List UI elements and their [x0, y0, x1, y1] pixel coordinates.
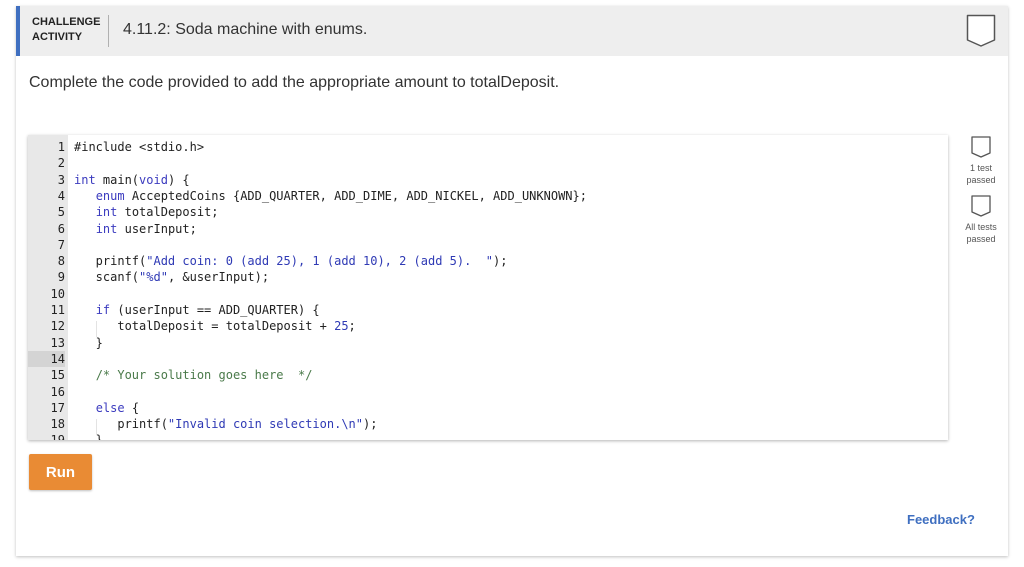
code-editor[interactable]: 1 #include <stdio.h> 2 3 int main(void) {4 e… — [28, 135, 948, 440]
code-line[interactable]: 16 — [28, 384, 948, 400]
code-line[interactable]: 2 — [28, 155, 948, 171]
code-line[interactable]: 14 — [28, 350, 948, 368]
code-text: /* Your solution goes here */ — [95, 368, 313, 383]
line-number: 6 — [57, 221, 65, 236]
code-text: if (userInput == ADD_QUARTER) { — [95, 303, 320, 317]
line-number: 17 — [50, 400, 65, 415]
line-number: 13 — [50, 335, 65, 350]
code-line[interactable]: 13 } — [28, 335, 948, 351]
test-status-1: 1 test passed — [961, 136, 1001, 186]
code-text: int userInput; — [95, 221, 197, 236]
code-text: #include <stdio.h> — [74, 140, 205, 154]
code-line[interactable]: 5 int totalDeposit; — [28, 204, 948, 220]
line-number: 1 — [57, 140, 65, 154]
code-text: int totalDeposit; — [95, 205, 219, 220]
line-number: 7 — [57, 237, 65, 252]
test-status-icon — [971, 136, 991, 158]
challenge-activity-card: Challenge Activity 4.11.2: Soda machine … — [16, 6, 1008, 556]
line-number: 11 — [50, 303, 65, 317]
code-text: totalDeposit = totalDeposit + 25; — [74, 319, 356, 334]
line-number: 10 — [50, 286, 65, 301]
line-number: 19 — [28, 432, 65, 440]
run-button[interactable]: Run — [29, 454, 92, 490]
line-number: 9 — [57, 270, 65, 285]
indent-guide — [96, 321, 97, 337]
code-line[interactable]: 8 printf("Add coin: 0 (add 25), 1 (add 1… — [28, 253, 948, 269]
code-line[interactable]: 18 printf("Invalid coin selection.\n"); — [28, 416, 948, 432]
code-text: int main(void) { — [74, 172, 190, 187]
indent-guide — [96, 419, 97, 435]
line-number: 18 — [50, 417, 65, 432]
code-line[interactable]: 15 /* Your solution goes here */ — [28, 367, 948, 383]
code-text: printf("Invalid coin selection.\n"); — [74, 417, 378, 432]
line-number: 15 — [50, 368, 65, 383]
line-number: 2 — [57, 156, 65, 171]
code-line[interactable]: 10 — [28, 286, 948, 302]
line-number: 12 — [50, 319, 65, 334]
line-number: 4 — [57, 188, 65, 203]
activity-title: 4.11.2: Soda machine with enums. — [123, 21, 368, 38]
line-number: 14 — [28, 350, 65, 368]
code-line[interactable]: 19 } — [28, 432, 948, 440]
code-line[interactable]: 4 enum AcceptedCoins {ADD_QUARTER, ADD_D… — [28, 188, 948, 204]
activity-header: Challenge Activity 4.11.2: Soda machine … — [16, 6, 1008, 56]
activity-type-label: Challenge Activity — [32, 16, 101, 43]
code-text: else { — [95, 400, 140, 415]
line-number: 3 — [57, 172, 65, 187]
code-text: enum AcceptedCoins {ADD_QUARTER, ADD_DIM… — [95, 188, 587, 203]
code-text: } — [74, 432, 103, 440]
chevron-down-icon[interactable] — [966, 14, 996, 48]
code-line[interactable]: 9 scanf("%d", &userInput); — [28, 269, 948, 285]
instructions-text: Complete the code provided to add the ap… — [29, 74, 560, 91]
code-line[interactable]: 3 int main(void) { — [28, 172, 948, 188]
code-line[interactable]: 11 if (userInput == ADD_QUARTER) { — [28, 302, 948, 318]
header-divider — [108, 15, 109, 47]
code-line[interactable]: 7 — [28, 237, 948, 253]
code-text: scanf("%d", &userInput); — [74, 270, 270, 285]
line-number: 16 — [50, 384, 65, 399]
code-text: printf("Add coin: 0 (add 25), 1 (add 10)… — [74, 254, 508, 269]
code-line[interactable]: 6 int userInput; — [28, 221, 948, 237]
code-line[interactable]: 17 else { — [28, 400, 948, 416]
line-number: 5 — [57, 205, 65, 220]
header-accent-bar — [16, 6, 20, 56]
test-status-icon — [971, 195, 991, 217]
feedback-link[interactable]: Feedback? — [907, 512, 975, 527]
code-line[interactable]: 12 totalDeposit = totalDeposit + 25; — [28, 318, 948, 334]
line-number: 8 — [57, 254, 65, 269]
test-status-label: 1 test passed — [966, 163, 996, 185]
code-line[interactable]: 1 #include <stdio.h> — [28, 139, 948, 155]
test-status-2: All tests passed — [961, 195, 1001, 245]
test-status-label: All tests passed — [965, 222, 997, 244]
code-text: } — [74, 335, 103, 350]
